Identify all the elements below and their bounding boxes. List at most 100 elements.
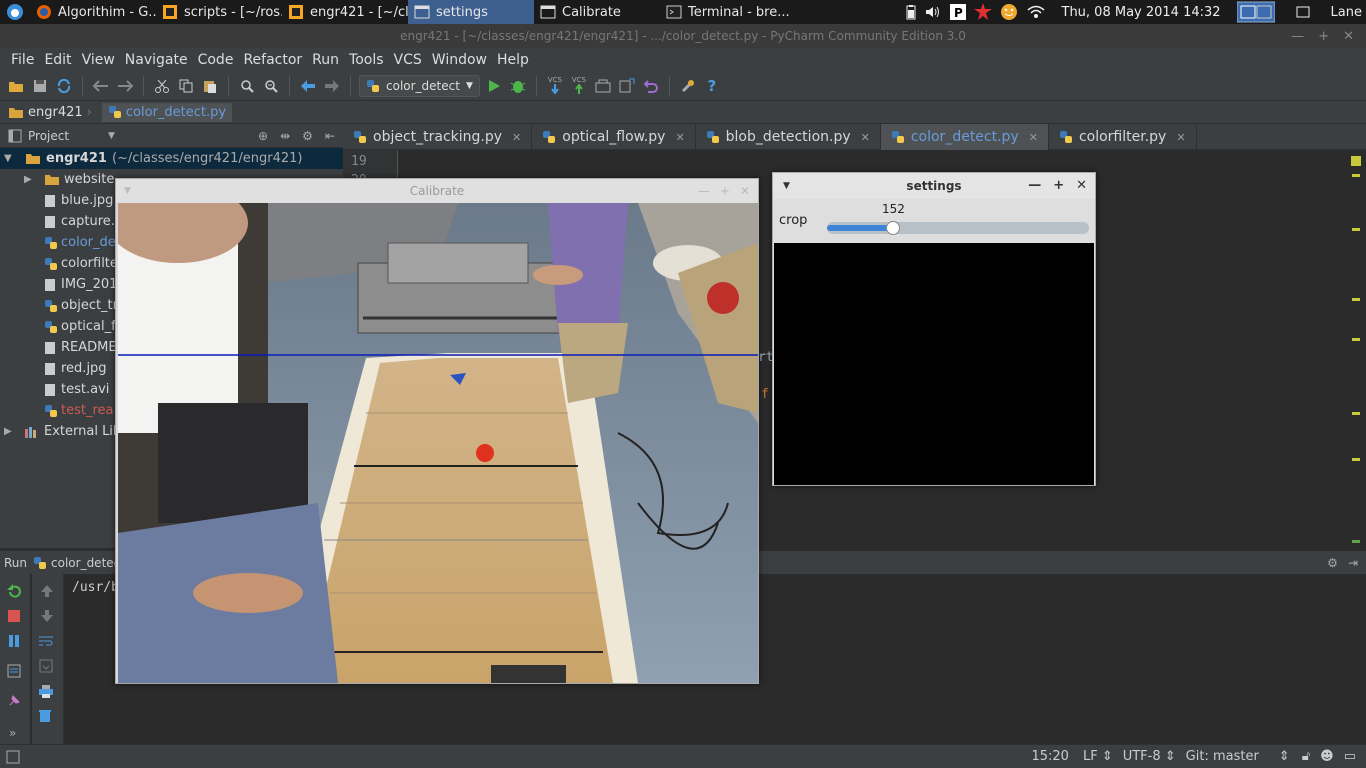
settings-titlebar[interactable]: ▼ settings — + ✕ (773, 173, 1095, 199)
redo-icon[interactable] (115, 76, 135, 96)
paste-icon[interactable] (200, 76, 220, 96)
tree-item-test-read[interactable]: test_rea (44, 400, 114, 421)
crop-slider[interactable] (827, 221, 1089, 235)
smiley-icon[interactable] (1000, 3, 1018, 21)
battery-icon[interactable] (906, 4, 916, 20)
menu-navigate[interactable]: Navigate (120, 52, 193, 68)
calibrate-titlebar[interactable]: ▼ Calibrate — + ✕ (116, 179, 758, 203)
settings-window[interactable]: ▼ settings — + ✕ crop 152 (772, 172, 1096, 486)
vcs-update-icon[interactable]: VCS (545, 76, 565, 96)
settings-wrench-icon[interactable] (678, 76, 698, 96)
vcs-commit-icon[interactable]: VCS (569, 76, 589, 96)
tree-item-website[interactable]: ▶ website (24, 169, 114, 190)
user-name[interactable]: Lane (1331, 5, 1362, 20)
menu-help[interactable]: Help (492, 52, 534, 68)
down-arrow-icon[interactable] (40, 609, 54, 623)
chevron-updown-icon[interactable]: ⇕ (1279, 749, 1290, 764)
minimize-icon[interactable]: — (1291, 29, 1304, 44)
close-tab-icon[interactable]: ✕ (861, 131, 870, 144)
forward-icon[interactable] (322, 76, 342, 96)
open-icon[interactable] (6, 76, 26, 96)
run-configuration-select[interactable]: color_detect ▼ (359, 74, 480, 97)
tree-item-img[interactable]: IMG_201 (44, 274, 117, 295)
print-icon[interactable] (38, 684, 54, 698)
show-desktop-icon[interactable] (1283, 4, 1323, 20)
close-icon[interactable]: ✕ (1343, 29, 1354, 44)
menu-file[interactable]: File (6, 52, 39, 68)
volume-icon[interactable] (924, 4, 942, 20)
app-menu-button[interactable] (0, 0, 30, 24)
minimize-icon[interactable]: — (1028, 173, 1041, 199)
undo-icon[interactable] (91, 76, 111, 96)
line-separator-widget[interactable]: LF ⇕ (1083, 749, 1113, 764)
collapse-all-icon[interactable]: ⇹ (280, 129, 290, 143)
workspace-switcher-icon[interactable] (1236, 1, 1275, 23)
help-icon[interactable]: ? (702, 76, 722, 96)
soft-wrap-icon[interactable] (38, 634, 54, 648)
debug-icon[interactable] (508, 76, 528, 96)
menu-run[interactable]: Run (307, 52, 344, 68)
tree-item-readme[interactable]: README (44, 337, 117, 358)
save-icon[interactable] (30, 76, 50, 96)
slider-thumb[interactable] (886, 221, 900, 235)
pin-icon[interactable] (7, 694, 21, 708)
tab-colorfilter[interactable]: colorfilter.py ✕ (1049, 124, 1197, 150)
gear-icon[interactable]: ⚙ (302, 129, 313, 143)
sync-icon[interactable] (54, 76, 74, 96)
tree-item-capture[interactable]: capture. (44, 211, 115, 232)
menu-vcs[interactable]: VCS (389, 52, 427, 68)
encoding-widget[interactable]: UTF-8 ⇕ (1123, 749, 1176, 764)
menu-window[interactable]: Window (427, 52, 492, 68)
vcs-history-icon[interactable] (593, 76, 613, 96)
locate-icon[interactable]: ⊕ (258, 129, 268, 143)
tab-color-detect[interactable]: color_detect.py ✕ (880, 124, 1049, 150)
tree-item-blue-jpg[interactable]: blue.jpg (44, 190, 113, 211)
pause-icon[interactable] (7, 634, 21, 648)
dump-threads-icon[interactable] (7, 664, 21, 678)
taskbar-item-terminal[interactable]: Terminal - bre... (660, 0, 790, 24)
window-menu-icon[interactable]: ▼ (783, 173, 790, 199)
run-icon[interactable] (484, 76, 504, 96)
tree-item-optical-flow[interactable]: optical_f (44, 316, 116, 337)
minimize-icon[interactable]: — (698, 179, 710, 203)
tab-optical-flow[interactable]: optical_flow.py ✕ (532, 124, 696, 150)
hide-panel-icon[interactable]: ⇤ (325, 129, 335, 143)
close-icon[interactable]: ✕ (1076, 173, 1087, 199)
find-icon[interactable] (237, 76, 257, 96)
taskbar-item-engr421[interactable]: engr421 - [~/cl... (282, 0, 408, 24)
maximize-icon[interactable]: + (1053, 173, 1064, 199)
trash-icon[interactable] (38, 709, 52, 723)
menu-tools[interactable]: Tools (344, 52, 389, 68)
camera-feed[interactable] (118, 203, 758, 683)
breadcrumb-file[interactable]: color_detect.py (101, 102, 233, 122)
window-menu-icon[interactable]: ▼ (124, 179, 131, 203)
clock[interactable]: Thu, 08 May 2014 14:32 (1054, 5, 1229, 20)
taskbar-item-scripts[interactable]: scripts - [~/ros... (156, 0, 282, 24)
close-tab-icon[interactable]: ✕ (1029, 131, 1038, 144)
tab-blob-detection[interactable]: blob_detection.py ✕ (696, 124, 881, 150)
pidgin-icon[interactable]: P (949, 4, 966, 20)
more-icon[interactable]: » (9, 726, 16, 740)
caret-position[interactable]: 15:20 (1031, 749, 1068, 764)
event-log-icon[interactable]: ▭ (1344, 749, 1356, 764)
tree-item-color-detect[interactable]: color_de (44, 232, 116, 253)
rerun-icon[interactable] (7, 584, 23, 600)
tree-item-red-jpg[interactable]: red.jpg (44, 358, 107, 379)
vcs-compare-icon[interactable] (617, 76, 637, 96)
lock-icon[interactable]: 🔓︎ (1302, 749, 1310, 764)
copy-icon[interactable] (176, 76, 196, 96)
menu-view[interactable]: View (77, 52, 120, 68)
close-tab-icon[interactable]: ✕ (512, 131, 521, 144)
git-branch-widget[interactable]: Git: master (1186, 749, 1259, 764)
menu-refactor[interactable]: Refactor (238, 52, 307, 68)
cut-icon[interactable] (152, 76, 172, 96)
tab-object-tracking[interactable]: object_tracking.py ✕ (343, 124, 533, 150)
maximize-icon[interactable]: + (1318, 29, 1329, 44)
project-panel-title[interactable]: Project (28, 129, 108, 143)
chevron-down-icon[interactable]: ▼ (108, 131, 115, 141)
update-notifier-icon[interactable] (973, 3, 992, 21)
gear-icon[interactable]: ⚙ (1327, 556, 1338, 570)
back-icon[interactable] (298, 76, 318, 96)
tree-item-test-avi[interactable]: test.avi (44, 379, 109, 400)
error-stripe[interactable] (1348, 150, 1366, 548)
